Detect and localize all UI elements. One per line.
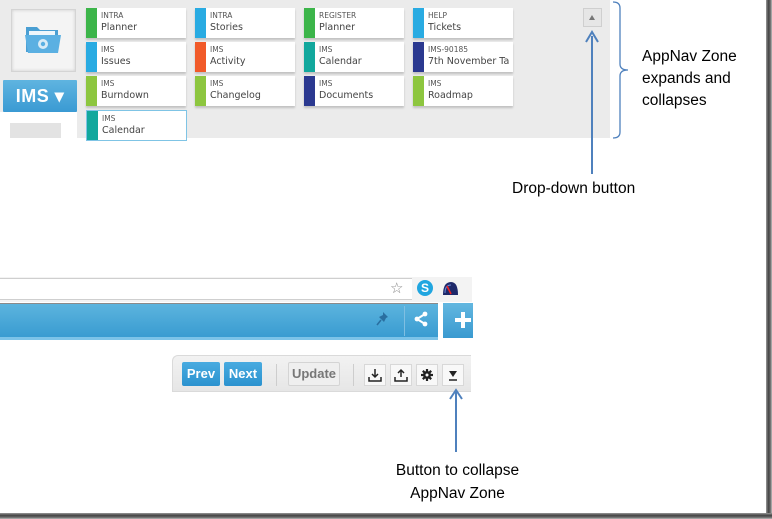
tile-name: Planner — [101, 22, 137, 33]
tile-color-bar — [304, 42, 315, 72]
tile-name: Stories — [210, 22, 243, 33]
tile-color-bar — [304, 8, 315, 38]
app-header-bar-edge — [0, 337, 438, 340]
tile-category: IMS — [428, 79, 442, 88]
collapse-button-annotation: Button to collapse AppNav Zone — [385, 459, 530, 505]
tile-category: IMS-90185 — [428, 45, 469, 54]
collapse-triangle-icon — [449, 371, 457, 381]
tile-category: IMS — [210, 79, 224, 88]
triangle-up-icon — [589, 15, 595, 20]
next-button[interactable]: Next — [224, 362, 262, 386]
toolbar-divider — [353, 364, 354, 386]
app-tile[interactable]: IMS Documents — [304, 76, 404, 106]
tile-name: Calendar — [319, 56, 362, 67]
tile-name: 7th November Ta — [428, 56, 510, 67]
sidebar-placeholder-block — [10, 123, 61, 138]
tile-color-bar — [87, 111, 98, 140]
upload-icon — [394, 368, 408, 382]
tile-category: INTRA — [210, 11, 233, 20]
tile-category: IMS — [210, 45, 224, 54]
brace-annotation — [612, 1, 629, 139]
app-tile[interactable]: IMS Activity — [195, 42, 295, 72]
tile-name: Changelog — [210, 90, 261, 101]
app-tile[interactable]: IMS Calendar — [86, 110, 187, 141]
tile-color-bar — [304, 76, 315, 106]
prev-button[interactable]: Prev — [182, 362, 220, 386]
app-tile[interactable]: REGISTER Planner — [304, 8, 404, 38]
upload-button[interactable] — [390, 364, 412, 386]
app-tile[interactable]: INTRA Stories — [195, 8, 295, 38]
arrow-to-collapse — [449, 388, 463, 452]
appnav-dropdown-button[interactable] — [583, 8, 602, 27]
download-button[interactable] — [364, 364, 386, 386]
arrow-to-dropdown — [585, 30, 599, 174]
appnav-zone-annotation: AppNav Zone expands and collapses — [642, 48, 737, 109]
app-tile[interactable]: IMS Burndown — [86, 76, 186, 106]
pin-icon[interactable] — [376, 311, 390, 327]
frame-shadow-bottom — [0, 513, 772, 519]
speedometer-icon[interactable] — [442, 280, 459, 296]
app-switcher-button[interactable]: IMS ▾ — [3, 80, 77, 112]
collapse-annotation-line1: Button to collapse — [395, 462, 520, 479]
tile-category: IMS — [101, 45, 115, 54]
tile-color-bar — [413, 42, 424, 72]
tile-color-bar — [413, 8, 424, 38]
sidebar-placeholder — [0, 112, 77, 138]
tile-name: Calendar — [102, 125, 145, 136]
plus-icon-vertical — [461, 312, 465, 328]
toolbar-divider — [276, 364, 277, 386]
tile-color-bar — [195, 8, 206, 38]
appnav-zone: IMS ▾ INTRA Planner INTRA Stories REGISTER Pl… — [0, 0, 610, 141]
app-tile[interactable]: INTRA Planner — [86, 8, 186, 38]
add-button[interactable] — [443, 303, 473, 338]
app-tile[interactable]: IMS Changelog — [195, 76, 295, 106]
tile-category: REGISTER — [319, 11, 357, 20]
app-tile[interactable]: IMS-90185 7th November Ta — [413, 42, 513, 72]
collapse-appnav-button[interactable] — [442, 364, 464, 386]
star-icon[interactable]: ☆ — [390, 280, 403, 296]
collapse-annotation-line2: AppNav Zone — [410, 485, 505, 502]
tile-name: Planner — [319, 22, 355, 33]
tile-color-bar — [413, 76, 424, 106]
tile-name: Documents — [319, 90, 374, 101]
address-bar[interactable] — [0, 278, 412, 300]
tile-category: IMS — [319, 79, 333, 88]
action-toolbar: Prev Next Update — [172, 355, 471, 392]
tile-color-bar — [86, 8, 97, 38]
header-divider — [404, 306, 405, 336]
gear-icon — [421, 369, 433, 381]
folder-gear-icon — [25, 27, 61, 53]
tile-color-bar — [195, 42, 206, 72]
tile-category: IMS — [319, 45, 333, 54]
dropdown-button-annotation: Drop-down button — [512, 180, 636, 197]
app-tile[interactable]: IMS Calendar — [304, 42, 404, 72]
tile-name: Activity — [210, 56, 246, 67]
tile-name: Issues — [101, 56, 131, 67]
tile-name: Burndown — [101, 90, 149, 101]
app-logo[interactable] — [11, 9, 76, 72]
app-tile[interactable]: IMS Roadmap — [413, 76, 513, 106]
app-header-bar — [0, 303, 438, 339]
update-button[interactable]: Update — [288, 362, 340, 386]
tile-color-bar — [86, 42, 97, 72]
tile-color-bar — [86, 76, 97, 106]
tile-name: Roadmap — [428, 90, 473, 101]
tile-category: IMS — [102, 114, 116, 123]
tile-category: IMS — [101, 79, 115, 88]
share-icon[interactable] — [413, 311, 429, 327]
skype-icon[interactable]: S — [417, 280, 433, 296]
tile-name: Tickets — [428, 22, 462, 33]
download-icon — [368, 369, 382, 382]
settings-button[interactable] — [416, 364, 438, 386]
app-tile[interactable]: IMS Issues — [86, 42, 186, 72]
app-tile[interactable]: HELP Tickets — [413, 8, 513, 38]
tile-category: HELP — [428, 11, 448, 20]
tile-color-bar — [195, 76, 206, 106]
tile-category: INTRA — [101, 11, 124, 20]
